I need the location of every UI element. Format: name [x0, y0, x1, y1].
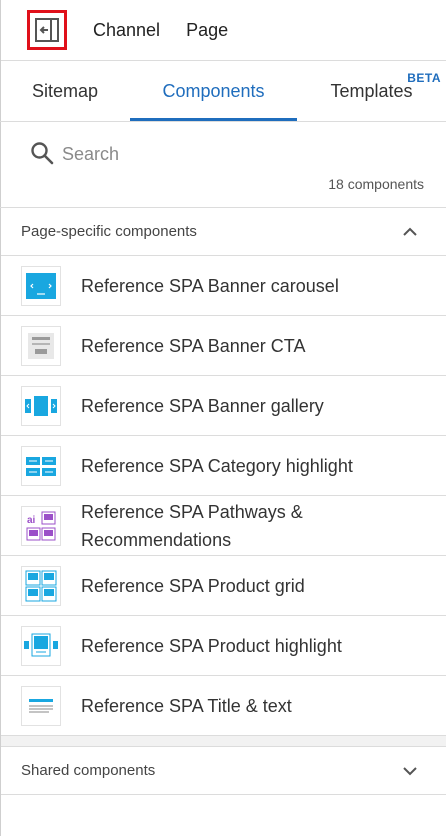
list-item[interactable]: Reference SPA Category highlight — [0, 436, 446, 496]
component-name: Reference SPA Banner CTA — [81, 335, 306, 356]
list-item[interactable]: Reference SPA Product highlight — [0, 616, 446, 676]
chevron-down-icon — [402, 766, 418, 776]
search-area: 18 components — [0, 122, 446, 208]
product-grid-icon — [21, 565, 61, 606]
component-name: Reference SPA Product highlight — [81, 635, 342, 656]
tab-templates-label: Templates — [330, 80, 413, 101]
page-specific-section-header[interactable]: Page-specific components — [0, 208, 446, 256]
tab-components[interactable]: Components — [130, 61, 297, 121]
page-specific-component-list: Reference SPA Banner carousel Reference … — [0, 256, 446, 736]
page-link[interactable]: Page — [186, 20, 228, 41]
search-icon — [30, 141, 54, 170]
product-highlight-icon — [21, 625, 61, 666]
section-divider — [0, 736, 446, 747]
svg-text:ai: ai — [27, 515, 36, 526]
shared-section-header[interactable]: Shared components — [0, 747, 446, 795]
title-text-icon — [21, 685, 61, 726]
collapse-panel-button[interactable] — [27, 10, 67, 50]
component-name: Reference SPA Banner carousel — [81, 275, 339, 296]
list-item[interactable]: Reference SPA Banner CTA — [0, 316, 446, 376]
banner-gallery-icon — [21, 385, 61, 426]
tab-sitemap[interactable]: Sitemap — [0, 61, 130, 121]
list-item[interactable]: Reference SPA Banner carousel — [0, 256, 446, 316]
component-name: Reference SPA Title & text — [81, 695, 292, 716]
search-input[interactable] — [62, 140, 392, 168]
chevron-up-icon — [402, 227, 418, 237]
pathways-recommendations-icon: ai — [21, 505, 61, 546]
list-item[interactable]: ai Reference SPA Pathways & Recommendati… — [0, 496, 446, 556]
tab-templates[interactable]: Templates BETA — [297, 61, 446, 121]
tab-components-label: Components — [162, 80, 265, 101]
component-name: Reference SPA Banner gallery — [81, 395, 324, 416]
list-item[interactable]: Reference SPA Title & text — [0, 676, 446, 736]
banner-carousel-icon — [21, 265, 61, 306]
shared-section-label: Shared components — [21, 762, 156, 779]
category-highlight-icon — [21, 445, 61, 486]
list-item[interactable]: Reference SPA Product grid — [0, 556, 446, 616]
banner-cta-icon — [21, 325, 61, 366]
component-count: 18 components — [328, 176, 424, 192]
component-name: Reference SPA Category highlight — [81, 455, 353, 476]
component-name: Reference SPA Product grid — [81, 575, 305, 596]
component-name: Reference SPA Pathways & Recommendations — [81, 501, 303, 550]
top-bar: Channel Page — [0, 0, 446, 61]
page-specific-section-label: Page-specific components — [21, 223, 197, 240]
tab-bar: Sitemap Components Templates BETA — [0, 61, 446, 122]
tab-sitemap-label: Sitemap — [31, 80, 99, 101]
collapse-panel-icon — [34, 17, 60, 43]
list-item[interactable]: Reference SPA Banner gallery — [0, 376, 446, 436]
channel-link[interactable]: Channel — [93, 20, 160, 41]
beta-badge: BETA — [407, 71, 441, 85]
